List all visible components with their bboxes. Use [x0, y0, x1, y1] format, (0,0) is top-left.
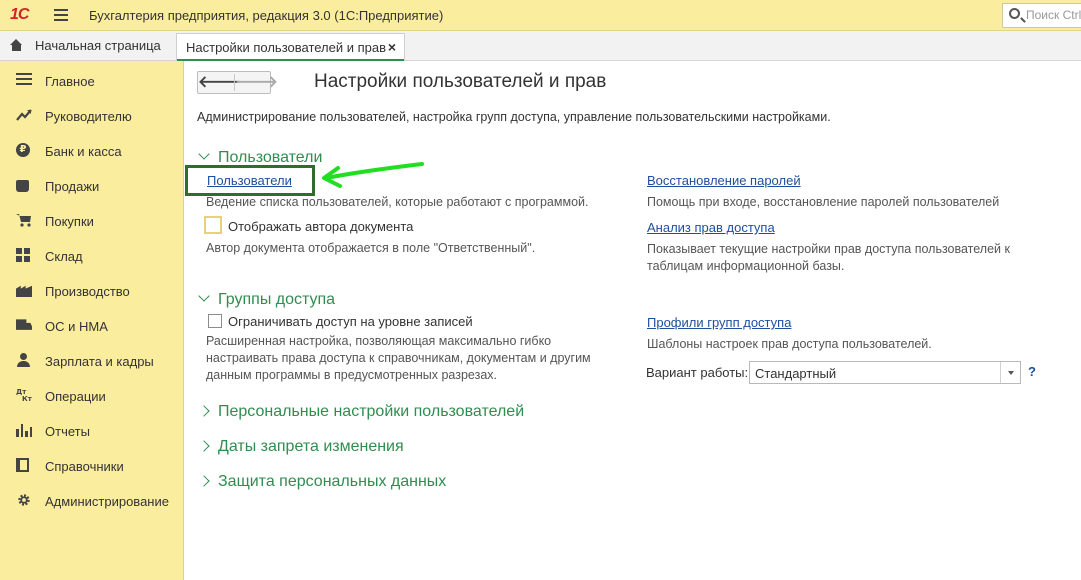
factory-icon: [16, 285, 32, 297]
restrict-records-label[interactable]: Ограничивать доступ на уровне записей: [228, 314, 473, 329]
ruble-coin-icon: ₽: [16, 143, 30, 157]
sidebar-item-label: Продажи: [45, 179, 100, 194]
main-menu-icon[interactable]: [54, 9, 68, 21]
warehouse-icon: [16, 248, 30, 262]
bar-chart-icon: [16, 423, 32, 437]
show-author-checkbox[interactable]: [204, 216, 222, 234]
app-logo: 1С: [10, 6, 29, 23]
global-search-input[interactable]: Поиск Ctrl+Shift+F: [1002, 3, 1081, 28]
sidebar-item-manager[interactable]: Руководителю: [0, 98, 184, 133]
access-analysis-link[interactable]: Анализ прав доступа: [647, 220, 775, 235]
section-title: Группы доступа: [218, 291, 336, 308]
tab-user-settings-label: Настройки пользователей и прав: [186, 40, 387, 55]
access-profiles-link[interactable]: Профили групп доступа: [647, 315, 791, 330]
section-title: Пользователи: [218, 149, 323, 166]
sidebar-item-label: Производство: [45, 284, 130, 299]
sidebar-item-reports[interactable]: Отчеты: [0, 413, 184, 448]
sidebar-item-label: Главное: [45, 74, 95, 89]
sidebar-item-label: Руководителю: [45, 109, 132, 124]
sidebar-item-salary[interactable]: Зарплата и кадры: [0, 343, 184, 378]
work-variant-select[interactable]: Стандартный: [749, 361, 1021, 384]
chevron-down-icon[interactable]: [1000, 362, 1020, 383]
sidebar-item-fixed-assets[interactable]: ОС и НМА: [0, 308, 184, 343]
sidebar-item-production[interactable]: Производство: [0, 273, 184, 308]
help-icon[interactable]: ?: [1028, 364, 1036, 379]
work-variant-label: Вариант работы:: [646, 365, 749, 380]
sidebar-item-label: Администрирование: [45, 494, 169, 509]
back-button[interactable]: 🡐: [198, 72, 241, 93]
sidebar-item-purchases[interactable]: Покупки: [0, 203, 184, 238]
sidebar-item-sales[interactable]: Продажи: [0, 168, 184, 203]
tab-bar: Начальная страница Настройки пользовател…: [0, 31, 1081, 61]
sidebar-item-label: Банк и касса: [45, 144, 122, 159]
page-title: Настройки пользователей и прав: [314, 71, 607, 92]
sidebar-item-warehouse[interactable]: Склад: [0, 238, 184, 273]
show-author-label[interactable]: Отображать автора документа: [228, 219, 413, 234]
person-icon: [16, 353, 32, 367]
sidebar-item-bank[interactable]: ₽ Банк и касса: [0, 133, 184, 168]
truck-icon: [16, 319, 32, 330]
sidebar-item-catalogs[interactable]: Справочники: [0, 448, 184, 483]
title-bar: 1С Бухгалтерия предприятия, редакция 3.0…: [0, 0, 1081, 31]
dt-kt-icon: ДтКт: [16, 388, 32, 402]
history-nav: 🡐 🡒: [197, 71, 278, 94]
section-access-groups-header[interactable]: Группы доступа: [198, 290, 336, 309]
users-hint: Ведение списка пользователей, которые ра…: [206, 195, 589, 209]
search-icon: [1009, 8, 1020, 19]
svg-text:Кт: Кт: [22, 395, 32, 402]
work-variant-value: Стандартный: [755, 366, 837, 381]
sidebar-item-admin[interactable]: Администрирование: [0, 483, 184, 518]
book-icon: [16, 458, 29, 472]
search-placeholder: Поиск Ctrl+Shift+F: [1026, 8, 1081, 22]
chevron-down-icon: [198, 290, 210, 302]
tab-user-settings[interactable]: Настройки пользователей и прав ×: [176, 33, 405, 61]
annotation-arrow-icon: [322, 162, 424, 188]
sidebar-item-label: Зарплата и кадры: [45, 354, 154, 369]
sidebar-item-main[interactable]: Главное: [0, 63, 184, 98]
sidebar-item-label: ОС и НМА: [45, 319, 108, 334]
section-edit-lock-dates-header[interactable]: Даты запрета изменения: [198, 438, 404, 456]
menu-lines-icon: [16, 73, 32, 87]
access-analysis-hint: Показывает текущие настройки прав доступ…: [647, 242, 1010, 273]
section-title: Защита персональных данных: [218, 473, 447, 490]
section-personal-data-header[interactable]: Защита персональных данных: [198, 473, 447, 491]
sidebar-item-label: Отчеты: [45, 424, 90, 439]
sidebar-item-label: Операции: [45, 389, 106, 404]
sidebar-item-operations[interactable]: Дт Кт Операции: [0, 378, 184, 413]
show-author-hint: Автор документа отображается в поле "Отв…: [206, 241, 536, 255]
users-link[interactable]: Пользователи: [207, 173, 292, 188]
tab-home[interactable]: Начальная страница: [0, 31, 170, 61]
cart-icon: [16, 214, 31, 227]
password-recovery-link[interactable]: Восстановление паролей: [647, 173, 801, 188]
sidebar-item-label: Покупки: [45, 214, 94, 229]
sidebar-item-label: Склад: [45, 249, 83, 264]
app-title: Бухгалтерия предприятия, редакция 3.0 (1…: [89, 8, 444, 23]
sidebar-item-label: Справочники: [45, 459, 124, 474]
chevron-right-icon: [198, 440, 210, 452]
password-recovery-hint: Помощь при входе, восстановление паролей…: [647, 195, 1000, 209]
close-icon[interactable]: ×: [388, 39, 396, 55]
access-profiles-hint: Шаблоны настроек прав доступа пользовате…: [647, 337, 932, 351]
bag-icon: [16, 180, 29, 192]
chevron-down-icon: [198, 148, 210, 160]
tab-active-underline: [177, 59, 404, 61]
chevron-right-icon: [198, 475, 210, 487]
section-title: Персональные настройки пользователей: [218, 403, 525, 420]
gear-icon: [18, 494, 30, 506]
tab-home-label: Начальная страница: [35, 38, 161, 53]
section-title: Даты запрета изменения: [218, 438, 404, 455]
sidebar: Главное Руководителю ₽ Банк и касса Прод…: [0, 61, 184, 580]
restrict-records-hint: Расширенная настройка, позволяющая макси…: [206, 334, 591, 382]
page-description: Администрирование пользователей, настрой…: [197, 110, 831, 124]
chevron-right-icon: [198, 405, 210, 417]
section-personal-settings-header[interactable]: Персональные настройки пользователей: [198, 403, 525, 421]
forward-button[interactable]: 🡒: [235, 72, 278, 93]
home-icon: [10, 39, 23, 51]
restrict-records-checkbox[interactable]: [208, 314, 222, 328]
trend-icon: [16, 109, 32, 121]
